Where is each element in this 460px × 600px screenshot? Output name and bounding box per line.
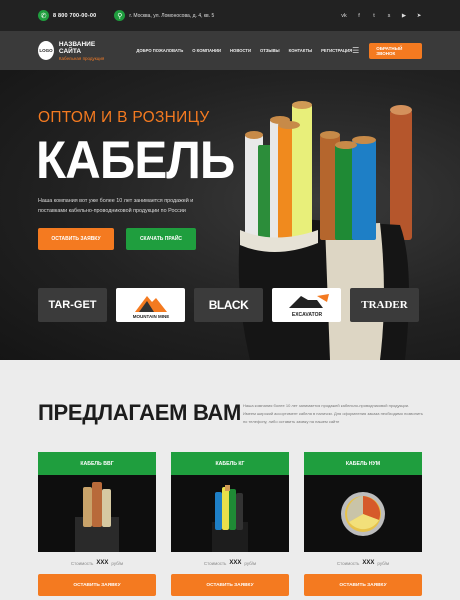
site-name: НАЗВАНИЕ САЙТА <box>58 40 96 55</box>
product-title[interactable]: КАБЕЛЬ ВВГ <box>38 452 156 475</box>
product-price: Стоимость XXX руб/м <box>70 560 124 566</box>
partner-logo-target[interactable]: TAR-GET <box>38 288 107 322</box>
partner-logo-black[interactable]: BLACK <box>194 288 263 322</box>
order-button[interactable]: ОСТАВИТЬ ЗАЯВКУ <box>304 574 422 596</box>
download-price-button[interactable]: СКАЧАТЬ ПРАЙС <box>126 228 196 250</box>
social-links: vk f t s ▶ ➤ <box>341 13 422 19</box>
address: г. Москва, ул. Ломоносова, д. 4, кв. 5 <box>129 12 215 19</box>
product-image[interactable] <box>38 475 156 552</box>
phone-icon: ✆ <box>38 10 49 21</box>
partner-logos: TAR-GET MOUNTAIN MINE BLACK EXCAVATOR TR… <box>38 288 419 322</box>
product-card: КАБЕЛЬ КГ Стоимость XXX руб/м ОСТАВИТЬ ЗАЯ… <box>171 452 289 596</box>
youtube-icon[interactable]: ▶ <box>401 13 407 19</box>
logo[interactable]: LOGO <box>38 41 54 60</box>
twitter-icon[interactable]: t <box>371 13 377 19</box>
leave-request-button[interactable]: ОСТАВИТЬ ЗАЯВКУ <box>38 228 114 250</box>
hero-description: Наша компания вот уже более 10 лет заним… <box>38 198 194 214</box>
facebook-icon[interactable]: f <box>356 13 362 19</box>
nav-item-contacts[interactable]: КОНТАКТЫ <box>289 48 312 53</box>
product-card: КАБЕЛЬ ВВГ Стоимость XXX руб/м ОСТАВИТЬ ЗА… <box>38 452 156 596</box>
hero-title: КАБЕЛЬ <box>36 131 235 190</box>
main-nav: ДОБРО ПОЖАЛОВАТЬ О КОМПАНИИ НОВОСТИ ОТЗЫ… <box>136 48 352 53</box>
callback-button[interactable]: ОБРАТНЫЙ ЗВОНОК <box>369 42 423 59</box>
telegram-icon[interactable]: ➤ <box>416 13 422 19</box>
hero-pretitle: ОПТОМ И В РОЗНИЦУ <box>38 109 210 126</box>
nav-item-about[interactable]: О КОМПАНИИ <box>192 48 221 53</box>
offer-heading: ПРЕДЛАГАЕМ ВАМ <box>38 400 242 425</box>
nav-item-register[interactable]: РЕГИСТРАЦИЯ <box>321 48 352 53</box>
product-card: КАБЕЛЬ НУМ Стоимость XXX руб/м ОСТАВИТЬ ЗА… <box>304 452 422 596</box>
mountain-icon: MOUNTAIN MINE <box>132 296 169 319</box>
nav-item-news[interactable]: НОВОСТИ <box>230 48 251 53</box>
product-title[interactable]: КАБЕЛЬ НУМ <box>304 452 422 475</box>
phone-number[interactable]: 8 800 700-00-00 <box>53 13 96 19</box>
vk-icon[interactable]: vk <box>341 13 347 19</box>
site-header: LOGO НАЗВАНИЕ САЙТА Кабельная продукция … <box>0 31 460 70</box>
product-title[interactable]: КАБЕЛЬ КГ <box>171 452 289 475</box>
nav-item-reviews[interactable]: ОТЗЫВЫ <box>260 48 280 53</box>
svg-text:EXCAVATOR: EXCAVATOR <box>291 312 322 318</box>
order-button[interactable]: ОСТАВИТЬ ЗАЯВКУ <box>171 574 289 596</box>
offer-intro: Наша компания более 10 лет занимается пр… <box>243 403 423 424</box>
product-image[interactable] <box>171 475 289 552</box>
skype-icon[interactable]: s <box>386 13 392 19</box>
product-image[interactable] <box>304 475 422 552</box>
nav-item-welcome[interactable]: ДОБРО ПОЖАЛОВАТЬ <box>136 48 183 53</box>
location-pin-icon: ⚲ <box>114 10 126 21</box>
partner-logo-trader[interactable]: TRADER <box>350 288 419 322</box>
partner-logo-mountain-mine[interactable]: MOUNTAIN MINE <box>116 288 185 322</box>
order-button[interactable]: ОСТАВИТЬ ЗАЯВКУ <box>38 574 156 596</box>
product-price: Стоимость XXX руб/м <box>203 560 257 566</box>
excavator-icon: EXCAVATOR <box>288 294 329 318</box>
product-price: Стоимость XXX руб/м <box>336 560 390 566</box>
site-tagline: Кабельная продукция <box>58 55 105 61</box>
hero-section: ОПТОМ И В РОЗНИЦУ КАБЕЛЬ Наша компания в… <box>0 70 460 360</box>
offer-section: ПРЕДЛАГАЕМ ВАМ Наша компания более 10 ле… <box>0 360 460 600</box>
hamburger-menu-icon[interactable]: ☰ <box>352 46 359 55</box>
brand: НАЗВАНИЕ САЙТА Кабельная продукция <box>59 41 109 61</box>
svg-text:MOUNTAIN MINE: MOUNTAIN MINE <box>132 314 168 319</box>
partner-logo-excavator[interactable]: EXCAVATOR <box>272 288 341 322</box>
top-bar: ✆ 8 800 700-00-00 ⚲ г. Москва, ул. Ломон… <box>0 0 460 31</box>
